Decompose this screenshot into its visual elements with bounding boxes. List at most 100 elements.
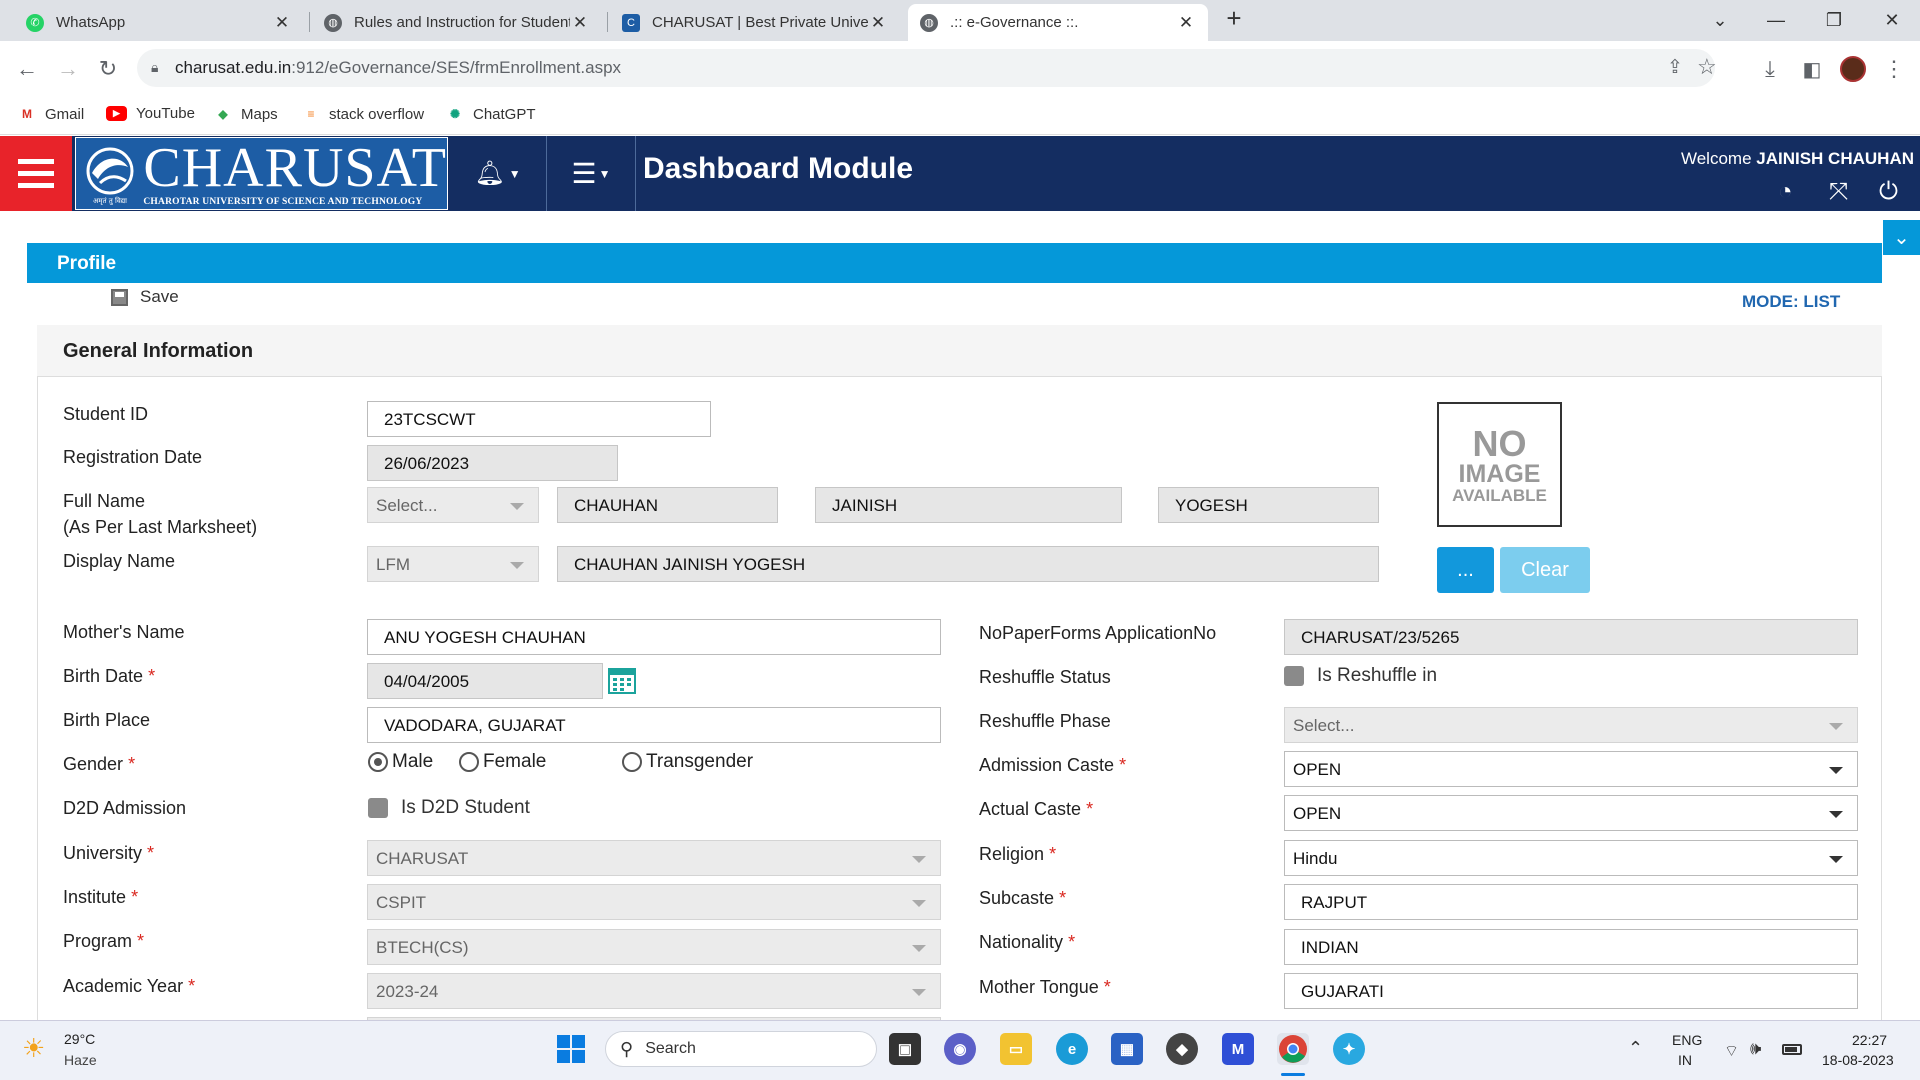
birth-place-field[interactable]: VADODARA, GUJARAT [367,707,941,743]
side-panel-icon[interactable]: ◧ [1796,53,1828,85]
active-app-indicator [1281,1073,1305,1076]
gender-transgender-radio[interactable]: Transgender [622,751,753,773]
tab-egovernance[interactable]: ◍ .:: e-Governance ::. ✕ [908,4,1208,41]
wifi-icon[interactable]: ⌔ [1724,1041,1739,1061]
general-info-panel [37,325,1882,1080]
power-icon[interactable]: ⏻ [1879,178,1898,206]
language-region[interactable]: IN [1678,1052,1692,1068]
d2d-checkbox[interactable]: Is D2D Student [368,797,530,819]
menu-kebab-icon[interactable]: ⋮ [1878,53,1910,85]
gender-female-radio[interactable]: Female [459,751,546,773]
bell-icon: 🔔︎ [474,160,505,187]
subcaste-field[interactable]: RAJPUT [1284,884,1858,920]
d2d-label: D2D Admission [63,798,187,818]
app-m-icon[interactable]: M [1222,1033,1254,1065]
birth-date-label: Birth Date * [63,666,156,686]
bookmark-youtube[interactable]: ▶ YouTube [106,105,195,122]
taskbar-search[interactable]: ⚲ Search [605,1031,877,1067]
religion-select[interactable]: Hindu [1284,840,1858,876]
gender-male-radio[interactable]: Male [368,751,433,773]
new-tab-button[interactable]: + [1210,3,1258,33]
fullscreen-icon[interactable]: ⤧ [1829,178,1848,206]
mother-name-field[interactable]: ANU YOGESH CHAUHAN [367,619,941,655]
birth-date-field[interactable]: 04/04/2005 [367,663,603,699]
tab-whatsapp[interactable]: ✆ WhatsApp ✕ [14,4,304,41]
chrome-icon[interactable] [1277,1033,1309,1065]
reload-button[interactable]: ↻ [92,53,124,85]
gender-label: Gender * [63,754,136,774]
chevron-up-icon[interactable]: ⌃ [1628,1038,1643,1059]
share-icon[interactable]: ⇪ [1667,56,1683,79]
restore-button[interactable]: ❐ [1810,6,1858,34]
teams-chat-icon[interactable]: ◉ [944,1033,976,1065]
bookmark-stackoverflow[interactable]: ≡ stack overflow [302,105,424,123]
close-icon[interactable]: ✕ [868,13,888,33]
minimize-button[interactable]: — [1752,6,1800,34]
store-icon[interactable]: ▦ [1111,1033,1143,1065]
tab-search-icon[interactable]: ⌄ [1696,6,1744,34]
file-explorer-icon[interactable]: ▭ [1000,1033,1032,1065]
clock-date[interactable]: 18-08-2023 [1822,1052,1894,1068]
close-icon[interactable]: ✕ [272,13,292,33]
bookmark-gmail[interactable]: M Gmail [18,105,84,123]
reg-date-field[interactable]: 26/06/2023 [367,445,618,481]
student-id-field[interactable]: 23TCSCWT [367,401,711,437]
language-code[interactable]: ENG [1672,1032,1702,1048]
tab-rules[interactable]: ◍ Rules and Instruction for Student ✕ [312,4,602,41]
task-view-icon[interactable]: ▣ [889,1033,921,1065]
actual-caste-select[interactable]: OPEN [1284,795,1858,831]
display-name-field[interactable]: CHAUHAN JAINISH YOGESH [557,546,1379,582]
bookmark-maps[interactable]: ◆ Maps [214,105,277,123]
reshuffle-phase-select[interactable]: Select... [1284,707,1858,743]
module-menu-button[interactable]: ☰ ▼ [547,136,636,211]
middle-name-field[interactable]: YOGESH [1158,487,1379,523]
weather-desc: Haze [64,1052,97,1068]
browse-photo-button[interactable]: ... [1437,547,1494,593]
gmail-icon: M [22,107,32,121]
back-button[interactable]: ← [11,53,43,85]
avatar[interactable] [1837,53,1869,85]
battery-icon[interactable] [1782,1044,1802,1055]
institute-select[interactable]: CSPIT [367,884,941,920]
volume-icon[interactable]: 🕪︎ [1750,1038,1761,1059]
weather-icon[interactable]: ☀ [22,1033,45,1064]
nopaper-field[interactable]: CHARUSAT/23/5265 [1284,619,1858,655]
reshuffle-checkbox[interactable]: Is Reshuffle in [1284,665,1437,687]
university-select[interactable]: CHARUSAT [367,840,941,876]
bookmark-chatgpt[interactable]: ✺ ChatGPT [446,105,536,123]
bookmark-star-icon[interactable]: ☆ [1697,54,1717,80]
mother-name-label: Mother's Name [63,622,185,642]
calendar-icon[interactable] [607,665,637,695]
close-icon[interactable]: ✕ [570,13,590,33]
hamburger-menu-icon[interactable] [0,136,72,211]
program-select[interactable]: BTECH(CS) [367,929,941,965]
birth-place-label: Birth Place [63,710,151,730]
academic-year-select[interactable]: 2023-24 [367,973,941,1009]
app-cube-icon[interactable]: ◆ [1166,1033,1198,1065]
mother-tongue-field[interactable]: GUJARATI [1284,973,1858,1009]
dashboard-gauge-icon[interactable]: ◔ [1778,178,1793,206]
nationality-field[interactable]: INDIAN [1284,929,1858,965]
close-window-button[interactable]: ✕ [1868,6,1916,34]
clock-time[interactable]: 22:27 [1852,1032,1887,1048]
first-name-field[interactable]: JAINISH [815,487,1122,523]
windows-start-icon[interactable] [556,1034,586,1064]
admission-caste-select[interactable]: OPEN [1284,751,1858,787]
student-id-label: Student ID [63,404,149,424]
app-bird-icon[interactable]: ✦ [1333,1033,1365,1065]
clear-photo-button[interactable]: Clear [1500,547,1590,593]
address-bar[interactable]: 🔒︎ charusat.edu.in:912/eGovernance/SES/f… [137,49,1717,87]
browser-tab-strip: ✆ WhatsApp ✕ ◍ Rules and Instruction for… [0,0,1920,41]
display-format-select[interactable]: LFM [367,546,539,582]
forward-button[interactable]: → [52,53,84,85]
title-select[interactable]: Select... [367,487,539,523]
notifications-button[interactable]: 🔔︎ ▼ [449,136,547,211]
edge-icon[interactable]: e [1056,1033,1088,1065]
charusat-logo[interactable]: अमृतं तु विद्या CHARUSAT CHAROTAR UNIVER… [75,137,448,210]
save-button[interactable]: Save [111,287,179,307]
collapse-chevron-icon[interactable]: ⌄ [1883,220,1920,255]
last-name-field[interactable]: CHAUHAN [557,487,778,523]
close-icon[interactable]: ✕ [1176,13,1196,33]
tab-charusat[interactable]: C CHARUSAT | Best Private Universi ✕ [610,4,900,41]
download-icon[interactable]: ⤓ [1754,53,1786,85]
